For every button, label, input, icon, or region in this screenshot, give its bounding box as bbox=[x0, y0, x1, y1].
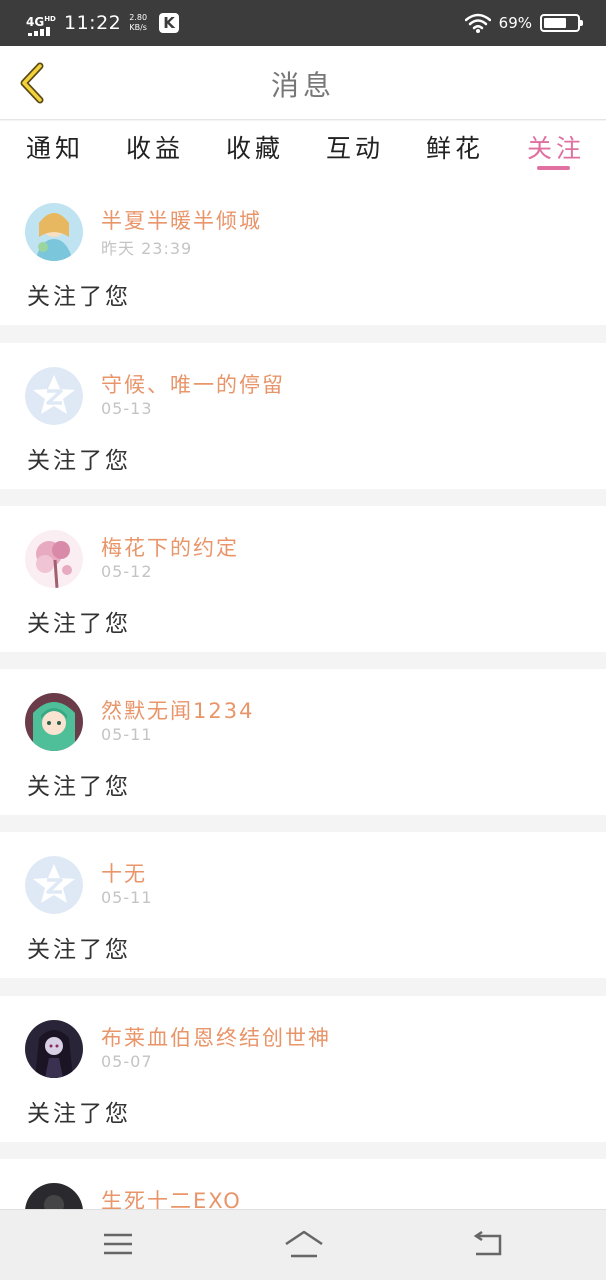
battery-percent: 69% bbox=[498, 14, 532, 32]
avatar[interactable] bbox=[25, 856, 83, 914]
network-speed-unit: KB/s bbox=[129, 23, 147, 32]
avatar[interactable] bbox=[25, 1020, 83, 1078]
battery-icon bbox=[540, 14, 583, 32]
list-item[interactable]: 十无 05-11 关注了您 bbox=[0, 832, 606, 978]
list-item[interactable]: 守候、唯一的停留 05-13 关注了您 bbox=[0, 343, 606, 489]
avatar[interactable] bbox=[25, 203, 83, 261]
message-date: 05-12 bbox=[101, 562, 153, 581]
username[interactable]: 然默无闻1234 bbox=[101, 695, 254, 725]
username[interactable]: 守候、唯一的停留 bbox=[101, 369, 285, 399]
username[interactable]: 半夏半暖半倾城 bbox=[101, 205, 262, 235]
list-item[interactable]: 然默无闻1234 05-11 关注了您 bbox=[0, 669, 606, 815]
home-icon[interactable] bbox=[282, 1226, 326, 1262]
menu-icon[interactable] bbox=[98, 1226, 138, 1262]
network-speed-value: 2.80 bbox=[129, 13, 148, 22]
list-item[interactable]: 梅花下的约定 05-12 关注了您 bbox=[0, 506, 606, 652]
tab-favorites[interactable]: 收藏 bbox=[226, 129, 284, 165]
message-date: 05-11 bbox=[101, 725, 153, 744]
message-text: 关注了您 bbox=[27, 774, 131, 800]
message-text: 关注了您 bbox=[27, 284, 131, 310]
network-speed: 2.80 KB/s bbox=[129, 13, 147, 33]
tab-interactions[interactable]: 互动 bbox=[326, 129, 384, 165]
message-text: 关注了您 bbox=[27, 448, 131, 474]
signal-icon: 4GHD bbox=[26, 11, 56, 36]
status-bar: 4GHD 11:22 2.80 KB/s K 69% bbox=[0, 0, 606, 46]
list-item[interactable]: 半夏半暖半倾城 昨天 23:39 关注了您 bbox=[0, 179, 606, 325]
avatar[interactable] bbox=[25, 530, 83, 588]
message-text: 关注了您 bbox=[27, 937, 131, 963]
page-title: 消息 bbox=[270, 69, 335, 102]
tab-following[interactable]: 关注 bbox=[527, 129, 585, 165]
tab-bar: 通知 收益 收藏 互动 鲜花 关注 bbox=[0, 121, 606, 179]
header: 消息 bbox=[0, 46, 606, 120]
tab-active-indicator bbox=[537, 166, 570, 170]
network-sup: HD bbox=[44, 15, 56, 23]
message-date: 昨天 23:39 bbox=[101, 239, 193, 258]
username[interactable]: 十无 bbox=[101, 858, 147, 888]
tab-notifications[interactable]: 通知 bbox=[26, 129, 84, 165]
system-nav-bar bbox=[0, 1209, 606, 1280]
message-text: 关注了您 bbox=[27, 611, 131, 637]
message-date: 05-11 bbox=[101, 888, 153, 907]
message-text: 关注了您 bbox=[27, 1101, 131, 1127]
app-notification-icon: K bbox=[159, 13, 180, 33]
message-date: 05-07 bbox=[101, 1052, 153, 1071]
avatar[interactable] bbox=[25, 367, 83, 425]
status-time: 11:22 bbox=[64, 12, 122, 34]
list-item[interactable]: 布莱血伯恩终结创世神 05-07 关注了您 bbox=[0, 996, 606, 1142]
wifi-icon bbox=[464, 13, 491, 33]
username[interactable]: 布莱血伯恩终结创世神 bbox=[101, 1022, 331, 1052]
avatar[interactable] bbox=[25, 693, 83, 751]
username[interactable]: 梅花下的约定 bbox=[101, 532, 239, 562]
back-icon[interactable] bbox=[468, 1226, 508, 1262]
tab-earnings[interactable]: 收益 bbox=[126, 129, 184, 165]
tab-flowers[interactable]: 鲜花 bbox=[426, 129, 484, 165]
message-date: 05-13 bbox=[101, 399, 153, 418]
